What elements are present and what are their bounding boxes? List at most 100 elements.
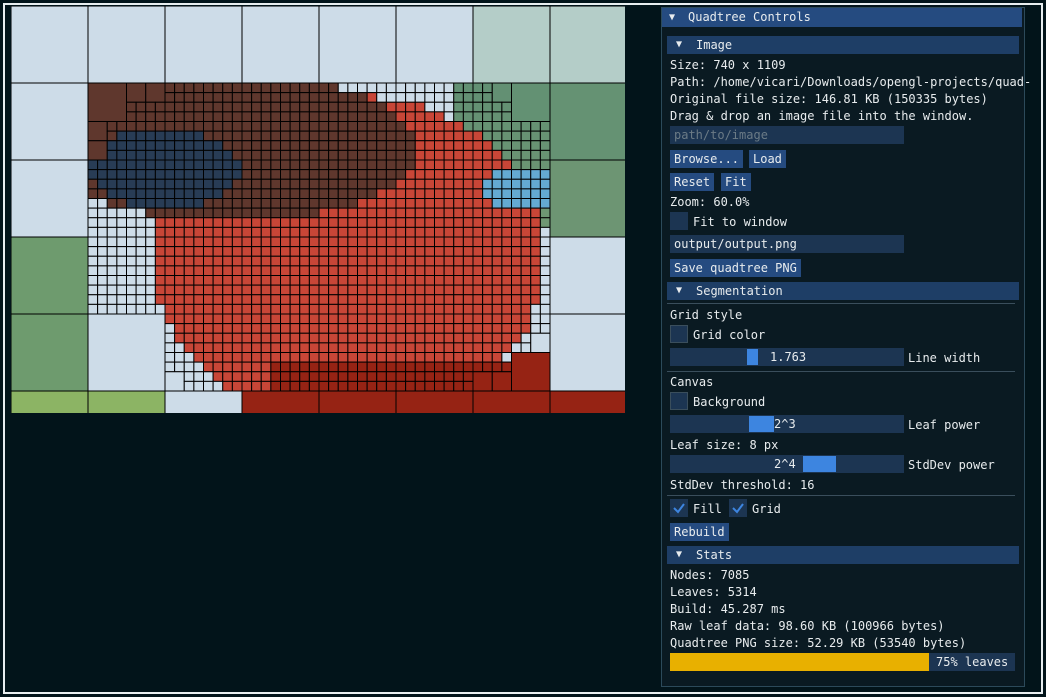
quadtree-cell: [260, 361, 272, 373]
quadtree-cell: [530, 246, 541, 257]
line-width-slider[interactable]: 1.763: [670, 348, 904, 366]
grid-color-swatch[interactable]: [670, 325, 688, 343]
browse-button[interactable]: Browse...: [670, 150, 744, 168]
quadtree-cell: [376, 236, 387, 248]
quadtree-cell: [164, 82, 176, 94]
quadtree-cell: [318, 149, 330, 161]
load-button[interactable]: Load: [749, 150, 786, 168]
quadtree-cell: [414, 82, 426, 94]
slider-handle[interactable]: [747, 349, 758, 365]
quadtree-cell: [164, 284, 176, 296]
image-section-header[interactable]: ▼ Image: [667, 36, 1019, 54]
quadtree-cell: [231, 82, 243, 94]
quadtree-cell: [145, 198, 156, 209]
quadtree-cell: [443, 149, 455, 161]
quadtree-cell: [260, 332, 272, 344]
quadtree-cell: [135, 130, 147, 142]
quadtree-cell: [395, 140, 407, 151]
quadtree-cell: [472, 217, 484, 228]
quadtree-cell: [482, 236, 493, 248]
fill-checkbox[interactable]: [670, 499, 688, 517]
quadtree-cell: [414, 198, 426, 209]
path-input[interactable]: path/to/image: [670, 126, 904, 144]
quadtree-cell: [87, 82, 127, 122]
quadtree-cell: [501, 361, 512, 373]
fit-to-window-label: Fit to window: [693, 215, 787, 229]
quadtree-cell: [405, 236, 416, 248]
quadtree-cell: [174, 332, 185, 344]
quadtree-cell: [443, 303, 455, 315]
quadtree-cell: [241, 140, 253, 151]
slider-handle[interactable]: [749, 416, 774, 432]
quadtree-cell: [183, 226, 195, 238]
quadtree-cell: [308, 380, 320, 392]
quadtree-cell: [183, 352, 195, 363]
stats-section-header[interactable]: ▼ Stats: [667, 546, 1019, 564]
quadtree-cell: [491, 255, 503, 267]
quadtree-cell: [193, 111, 204, 122]
quadtree-cell: [308, 178, 320, 190]
quadtree-cell: [241, 111, 253, 122]
quadtree-cell: [434, 380, 445, 392]
quadtree-cell: [145, 82, 166, 103]
quadtree-cell: [174, 361, 185, 373]
quadtree-cell: [212, 246, 224, 257]
collapse-triangle-icon: ▼: [676, 285, 683, 296]
quadtree-cell: [501, 130, 512, 142]
quadtree-cell: [337, 323, 349, 334]
segmentation-section-header[interactable]: ▼ Segmentation: [667, 282, 1019, 300]
slider-handle[interactable]: [803, 456, 836, 472]
grid-label: Grid: [752, 502, 781, 516]
quadtree-cell: [97, 207, 108, 219]
quadtree-cell: [462, 275, 474, 286]
panel-titlebar[interactable]: ▼ Quadtree Controls: [662, 8, 1022, 27]
quadtree-cell: [308, 352, 320, 363]
stddev-power-label: StdDev power: [908, 458, 995, 472]
progress-label: 75% leaves: [936, 655, 1009, 669]
quadtree-cell: [453, 265, 464, 276]
quadtree-cell: [395, 294, 407, 305]
quadtree-cell: [164, 178, 176, 190]
quadtree-cell: [203, 82, 214, 94]
quadtree-cell: [251, 101, 262, 113]
save-png-button[interactable]: Save quadtree PNG: [670, 259, 801, 277]
quadtree-cell: [154, 159, 166, 171]
collapse-triangle-icon[interactable]: ▼: [669, 12, 675, 23]
quadtree-cell: [453, 111, 464, 122]
quadtree-cell: [318, 121, 330, 132]
quadtree-cell: [511, 303, 522, 315]
quadtree-cell: [174, 323, 185, 334]
quadtree-cell: [116, 121, 127, 132]
quadtree-cell: [337, 101, 349, 113]
grid-checkbox[interactable]: [729, 499, 747, 517]
quadtree-cell: [376, 149, 387, 161]
stddev-power-slider[interactable]: 2^4: [670, 455, 904, 473]
background-color-swatch[interactable]: [670, 392, 688, 410]
divider: [667, 303, 1015, 304]
quadtree-cell: [511, 342, 522, 353]
rebuild-button[interactable]: Rebuild: [670, 523, 729, 541]
quadtree-cell: [366, 82, 378, 94]
quadtree-cell: [462, 178, 474, 190]
leaf-power-label: Leaf power: [908, 418, 981, 432]
reset-button[interactable]: Reset: [670, 173, 715, 191]
quadtree-cell: [539, 159, 551, 171]
quadtree-cell: [260, 255, 272, 267]
quadtree-cell: [260, 284, 272, 296]
leaf-power-slider[interactable]: 2^3: [670, 415, 904, 433]
quadtree-cell: [520, 332, 532, 344]
quadtree-cell: [164, 140, 176, 151]
quadtree-cell: [462, 149, 474, 161]
quadtree-canvas[interactable]: [11, 6, 625, 413]
fit-to-window-checkbox[interactable]: [670, 212, 688, 230]
quadtree-cell: [337, 111, 349, 122]
fit-button[interactable]: Fit: [721, 173, 751, 191]
quadtree-cell: [491, 323, 503, 334]
grid-color-label: Grid color: [693, 328, 766, 342]
output-path-input[interactable]: output/output.png: [670, 235, 904, 253]
quadtree-cell: [289, 188, 301, 199]
quadtree-cell: [482, 82, 493, 94]
quadtree-cell: [328, 246, 339, 257]
quadtree-cell: [260, 323, 272, 334]
quadtree-cell: [164, 332, 176, 344]
